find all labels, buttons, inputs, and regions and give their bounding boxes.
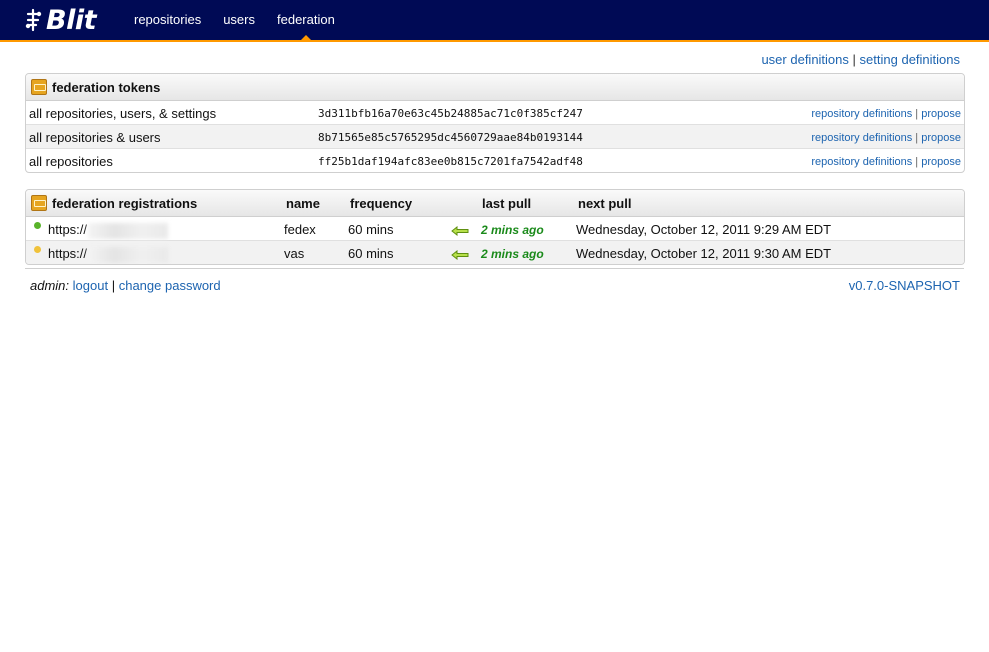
column-header-frequency[interactable]: frequency (350, 196, 412, 211)
registration-name: fedex (284, 222, 316, 237)
token-actions: repository definitions | propose (811, 108, 961, 120)
propose-link[interactable]: propose (921, 156, 961, 168)
token-value: ff25b1daf194afc83ee0b815c7201fa7542adf48 (318, 155, 583, 168)
change-password-link[interactable]: change password (119, 278, 221, 293)
column-header-name[interactable]: name (286, 196, 320, 211)
token-label: all repositories (29, 154, 113, 169)
repository-definitions-link[interactable]: repository definitions (811, 132, 912, 144)
nav-users[interactable]: users (223, 0, 255, 40)
registration-last-pull: 2 mins ago (481, 223, 544, 237)
column-header-last-pull[interactable]: last pull (482, 196, 531, 211)
federation-registrations-panel: federation registrations name frequency … (25, 189, 965, 265)
repository-definitions-link[interactable]: repository definitions (811, 156, 912, 168)
registration-url[interactable]: https:// (48, 246, 169, 263)
registration-row[interactable]: https:// fedex 60 mins 2 mins ago Wednes… (26, 217, 964, 241)
link-separator: | (852, 52, 856, 67)
token-label: all repositories & users (29, 130, 161, 145)
token-row: all repositories & users 8b71565e85c5765… (26, 125, 964, 149)
token-actions: repository definitions | propose (811, 156, 961, 168)
logout-link[interactable]: logout (73, 278, 108, 293)
token-value: 3d311bfb16a70e63c45b24885ac71c0f385cf247 (318, 107, 583, 120)
status-ok-icon (34, 222, 41, 229)
registration-next-pull: Wednesday, October 12, 2011 9:29 AM EDT (576, 222, 832, 237)
federation-icon (31, 195, 47, 211)
registrations-title: federation registrations (52, 196, 198, 211)
registration-frequency: 60 mins (348, 246, 394, 261)
token-value: 8b71565e85c5765295dc4560729aae84b0193144 (318, 131, 583, 144)
token-row: all repositories ff25b1daf194afc83ee0b81… (26, 149, 964, 172)
registration-name: vas (284, 246, 305, 261)
logo-mark-icon (25, 8, 42, 32)
registration-row[interactable]: https:// vas 60 mins 2 mins ago Wednesda… (26, 241, 964, 264)
registrations-header: federation registrations name frequency … (26, 190, 964, 217)
redacted-host (88, 246, 169, 263)
token-actions: repository definitions | propose (811, 132, 961, 144)
registration-last-pull: 2 mins ago (481, 247, 544, 261)
gitblit-logo[interactable]: Blit (24, 3, 97, 37)
column-header-next-pull[interactable]: next pull (578, 196, 631, 211)
link-separator: | (111, 278, 116, 293)
logo-text: Blit (46, 4, 97, 36)
propose-link[interactable]: propose (921, 108, 961, 120)
main-nav: repositories users federation (134, 0, 357, 41)
setting-definitions-link[interactable]: setting definitions (860, 52, 960, 67)
nav-repositories[interactable]: repositories (134, 0, 201, 40)
current-user: admin: (30, 278, 70, 293)
registration-url[interactable]: https:// (48, 222, 169, 239)
pull-arrow-icon (451, 224, 469, 239)
definition-links: user definitions | setting definitions (761, 52, 960, 67)
registration-next-pull: Wednesday, October 12, 2011 9:30 AM EDT (576, 246, 832, 261)
redacted-host (88, 222, 169, 239)
status-pending-icon (34, 246, 41, 253)
propose-link[interactable]: propose (921, 132, 961, 144)
federation-icon (31, 79, 47, 95)
federation-tokens-panel: federation tokens all repositories, user… (25, 73, 965, 173)
tokens-header: federation tokens (26, 74, 964, 101)
user-links: admin: logout | change password (30, 278, 221, 293)
top-navbar: Blit repositories users federation (0, 0, 989, 42)
user-definitions-link[interactable]: user definitions (761, 52, 848, 67)
pull-arrow-icon (451, 248, 469, 263)
token-row: all repositories, users, & settings 3d31… (26, 101, 964, 125)
page-footer: admin: logout | change password v0.7.0-S… (25, 268, 964, 295)
version-link[interactable]: v0.7.0-SNAPSHOT (849, 278, 960, 293)
token-label: all repositories, users, & settings (29, 106, 217, 121)
repository-definitions-link[interactable]: repository definitions (811, 108, 912, 120)
registration-frequency: 60 mins (348, 222, 394, 237)
nav-federation[interactable]: federation (277, 0, 335, 41)
tokens-title: federation tokens (52, 80, 161, 95)
